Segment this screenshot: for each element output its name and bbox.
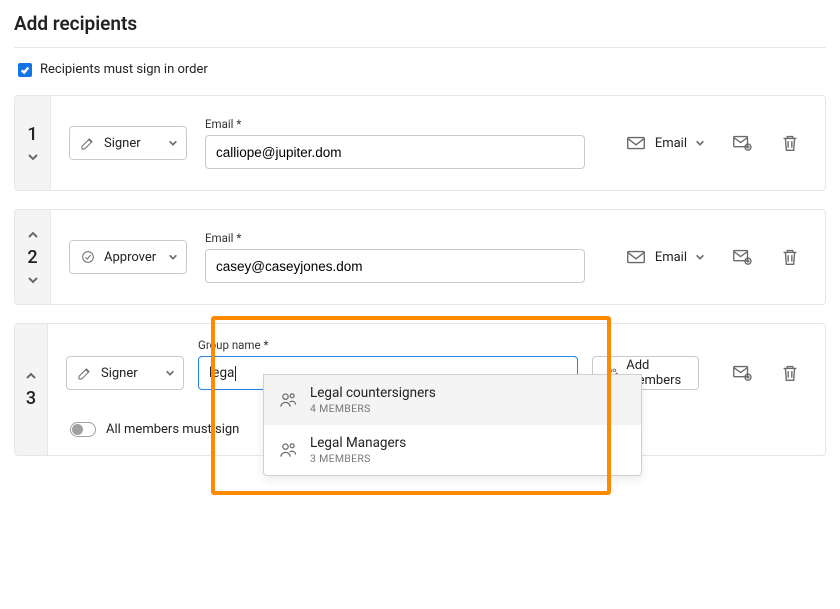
pen-icon — [77, 365, 93, 381]
delivery-label: Email — [655, 136, 687, 151]
envelope-icon — [625, 132, 647, 154]
trash-icon[interactable] — [779, 246, 801, 268]
role-dropdown[interactable]: Approver — [69, 240, 187, 274]
recipient-row: 2 Approver Email * Email — [14, 209, 826, 305]
suggestion-name: Legal countersigners — [310, 385, 436, 401]
role-label: Signer — [104, 136, 141, 151]
all-members-label: All members must sign — [106, 422, 239, 437]
group-name-label: Group name * — [198, 338, 268, 352]
chevron-down-icon — [695, 138, 705, 148]
chevron-up-icon[interactable] — [27, 229, 39, 241]
group-suggestions-dropdown: Legal countersigners 4 MEMBERS Legal Man… — [263, 374, 642, 476]
role-label: Signer — [101, 366, 138, 381]
chevron-down-icon — [168, 252, 178, 262]
chevron-down-icon — [165, 368, 175, 378]
sign-in-order-label: Recipients must sign in order — [40, 62, 208, 77]
delivery-dropdown[interactable]: Email — [625, 246, 705, 268]
order-rail: 2 — [15, 210, 51, 304]
private-message-icon[interactable] — [731, 246, 753, 268]
page-title: Add recipients — [14, 10, 826, 48]
group-suggestion-item[interactable]: Legal countersigners 4 MEMBERS — [264, 375, 641, 425]
group-suggestion-item[interactable]: Legal Managers 3 MEMBERS — [264, 425, 641, 475]
trash-icon[interactable] — [779, 132, 801, 154]
all-members-toggle[interactable] — [70, 422, 96, 437]
role-dropdown[interactable]: Signer — [66, 356, 184, 390]
chevron-up-icon[interactable] — [25, 370, 37, 382]
check-circle-icon — [80, 249, 96, 265]
private-message-icon[interactable] — [731, 132, 753, 154]
order-rail: 1 — [15, 96, 51, 190]
pen-icon — [80, 135, 96, 151]
private-message-icon[interactable] — [731, 362, 753, 384]
envelope-icon — [625, 246, 647, 268]
role-dropdown[interactable]: Signer — [69, 126, 187, 160]
role-label: Approver — [104, 250, 156, 265]
suggestion-name: Legal Managers — [310, 435, 406, 451]
people-icon — [278, 390, 298, 410]
email-label: Email * — [205, 231, 241, 245]
email-field[interactable] — [205, 249, 585, 283]
order-rail: 3 — [15, 324, 48, 455]
chevron-down-icon[interactable] — [27, 274, 39, 286]
recipient-row: 1 Signer Email * Email — [14, 95, 826, 191]
suggestion-sub: 3 MEMBERS — [310, 452, 406, 465]
order-number: 2 — [27, 247, 37, 268]
chevron-down-icon[interactable] — [27, 151, 39, 163]
sign-in-order-checkbox[interactable] — [18, 63, 32, 77]
chevron-down-icon — [695, 252, 705, 262]
order-number: 1 — [27, 124, 37, 145]
recipient-row: 3 Signer Group name * lega Add members — [14, 323, 826, 456]
people-icon — [278, 440, 298, 460]
order-number: 3 — [26, 388, 36, 409]
chevron-down-icon — [168, 138, 178, 148]
email-field[interactable] — [205, 135, 585, 169]
suggestion-sub: 4 MEMBERS — [310, 402, 436, 415]
email-label: Email * — [205, 117, 241, 131]
delivery-label: Email — [655, 250, 687, 265]
trash-icon[interactable] — [779, 362, 801, 384]
delivery-dropdown[interactable]: Email — [625, 132, 705, 154]
